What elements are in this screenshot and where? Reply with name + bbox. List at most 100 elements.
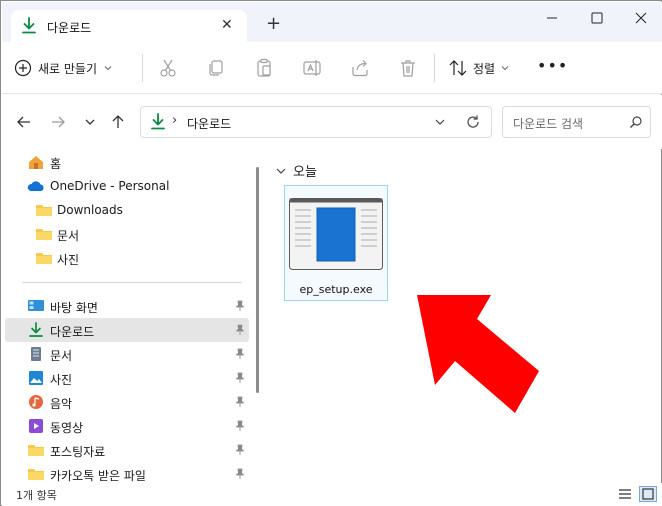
new-tab-button[interactable]: + <box>266 15 281 33</box>
sidebar-item-pictures[interactable]: 사진 <box>5 366 249 390</box>
sidebar-item-downloads-pinned[interactable]: 다운로드 <box>5 318 249 342</box>
paste-icon[interactable] <box>253 57 275 79</box>
new-button[interactable]: 새로 만들기 <box>14 55 113 81</box>
pin-icon[interactable] <box>234 396 246 408</box>
plus-circle-icon <box>14 59 32 77</box>
copy-icon[interactable] <box>205 57 227 79</box>
sidebar-item-label: 다운로드 <box>50 325 95 339</box>
sidebar-item-label: 바탕 화면 <box>50 301 98 315</box>
folder-icon <box>28 469 44 480</box>
sidebar-item-downloads[interactable]: Downloads <box>5 198 249 222</box>
up-arrow-icon[interactable] <box>109 113 127 131</box>
delete-icon[interactable] <box>397 57 419 79</box>
sidebar-item-label: 사진 <box>57 253 80 267</box>
navigation-pane: 홈 OneDrive - Personal Downloads 문서 사진 바탕… <box>2 149 254 483</box>
onedrive-icon <box>27 181 44 191</box>
folder-icon <box>36 253 52 264</box>
forward-arrow-icon[interactable] <box>49 113 67 131</box>
sort-button[interactable]: 정렬 <box>448 57 510 79</box>
sidebar-item-label: 사진 <box>50 373 73 387</box>
address-bar[interactable]: › 다운로드 <box>140 106 492 138</box>
tab-close-icon[interactable]: ✕ <box>221 17 233 33</box>
folder-icon <box>36 205 52 216</box>
more-options-button[interactable]: ••• <box>537 56 568 75</box>
sidebar-item-label: 포스팅자료 <box>50 445 106 459</box>
download-icon <box>22 17 36 34</box>
group-header-today[interactable]: 오늘 <box>275 161 317 180</box>
sidebar-item-label: 카카오톡 받은 파일 <box>50 469 146 483</box>
refresh-icon[interactable] <box>465 114 481 130</box>
close-icon[interactable] <box>626 8 656 28</box>
title-bar: 다운로드 ✕ + <box>2 2 662 43</box>
sort-label: 정렬 <box>473 61 496 76</box>
installer-app-icon <box>289 198 383 270</box>
red-arrow-annotation <box>417 295 539 413</box>
tab-downloads[interactable]: 다운로드 ✕ <box>11 10 247 43</box>
document-icon <box>31 347 41 361</box>
minimize-icon[interactable] <box>537 8 567 28</box>
tab-title: 다운로드 <box>47 21 92 35</box>
video-icon <box>29 419 43 433</box>
rename-icon[interactable] <box>301 57 323 79</box>
pin-icon[interactable] <box>234 300 246 312</box>
sidebar-scrollbar[interactable] <box>256 167 259 393</box>
address-dropdown-icon[interactable] <box>433 115 447 129</box>
details-view-icon[interactable] <box>616 486 634 502</box>
large-icons-view-icon[interactable] <box>639 486 657 502</box>
pin-icon[interactable] <box>234 348 246 360</box>
folder-icon <box>28 445 44 456</box>
sidebar-item-videos[interactable]: 동영상 <box>5 414 249 438</box>
file-item-ep-setup[interactable]: ep_setup.exe <box>284 185 388 301</box>
pictures-icon <box>29 371 43 385</box>
back-arrow-icon[interactable] <box>15 113 33 131</box>
command-bar: 새로 만들기 정렬 ••• <box>2 42 662 94</box>
toolbar-divider <box>142 54 143 82</box>
pin-icon[interactable] <box>234 468 246 480</box>
breadcrumb-separator: › <box>172 113 178 128</box>
music-icon <box>29 395 43 409</box>
sidebar-item-label: Downloads <box>57 203 123 217</box>
sidebar-item-label: 음악 <box>50 397 73 411</box>
sidebar-item-documents-onedrive[interactable]: 문서 <box>5 222 249 246</box>
sidebar-item-label: 문서 <box>57 229 80 243</box>
pin-icon[interactable] <box>234 324 246 336</box>
pin-icon[interactable] <box>234 444 246 456</box>
sidebar-divider <box>22 282 242 283</box>
sidebar-item-posting-materials[interactable]: 포스팅자료 <box>5 438 249 462</box>
pin-icon[interactable] <box>234 372 246 384</box>
pin-icon[interactable] <box>234 420 246 432</box>
item-count: 1개 항목 <box>16 489 57 502</box>
maximize-icon[interactable] <box>582 8 612 28</box>
chevron-down-icon <box>104 66 112 71</box>
download-icon <box>151 113 165 130</box>
file-name: ep_setup.exe <box>299 283 373 296</box>
search-box[interactable]: 다운로드 검색 <box>502 106 651 138</box>
sidebar-item-desktop[interactable]: 바탕 화면 <box>5 294 249 318</box>
sidebar-item-label: OneDrive - Personal <box>50 179 170 193</box>
new-button-label: 새로 만들기 <box>38 61 98 76</box>
chevron-down-icon <box>501 66 509 71</box>
sidebar-item-onedrive[interactable]: OneDrive - Personal <box>5 174 249 198</box>
chevron-down-icon <box>276 168 286 174</box>
sidebar-item-label: 동영상 <box>50 421 84 435</box>
toolbar-divider <box>434 54 435 82</box>
search-icon[interactable] <box>629 115 643 129</box>
download-icon <box>29 322 43 337</box>
share-icon[interactable] <box>349 57 371 79</box>
home-icon <box>29 156 43 169</box>
sidebar-item-home[interactable]: 홈 <box>5 150 249 174</box>
desktop-icon <box>28 300 44 311</box>
sidebar-item-music[interactable]: 음악 <box>5 390 249 414</box>
sidebar-item-pictures-onedrive[interactable]: 사진 <box>5 246 249 270</box>
status-bar: 1개 항목 <box>2 483 662 506</box>
sidebar-item-label: 문서 <box>50 349 73 363</box>
group-label: 오늘 <box>293 165 317 180</box>
cut-icon[interactable] <box>157 57 179 79</box>
sidebar-item-label: 홈 <box>50 157 62 171</box>
sidebar-item-documents[interactable]: 문서 <box>5 342 249 366</box>
navigation-bar: › 다운로드 다운로드 검색 <box>2 95 662 149</box>
breadcrumb-downloads[interactable]: 다운로드 <box>187 115 231 132</box>
search-placeholder: 다운로드 검색 <box>513 117 584 131</box>
explorer-window: 다운로드 ✕ + 새로 만들기 정렬 ••• › 다운로드 다운로드 검색 홈 … <box>0 0 662 506</box>
recent-chevron-icon[interactable] <box>81 113 99 131</box>
